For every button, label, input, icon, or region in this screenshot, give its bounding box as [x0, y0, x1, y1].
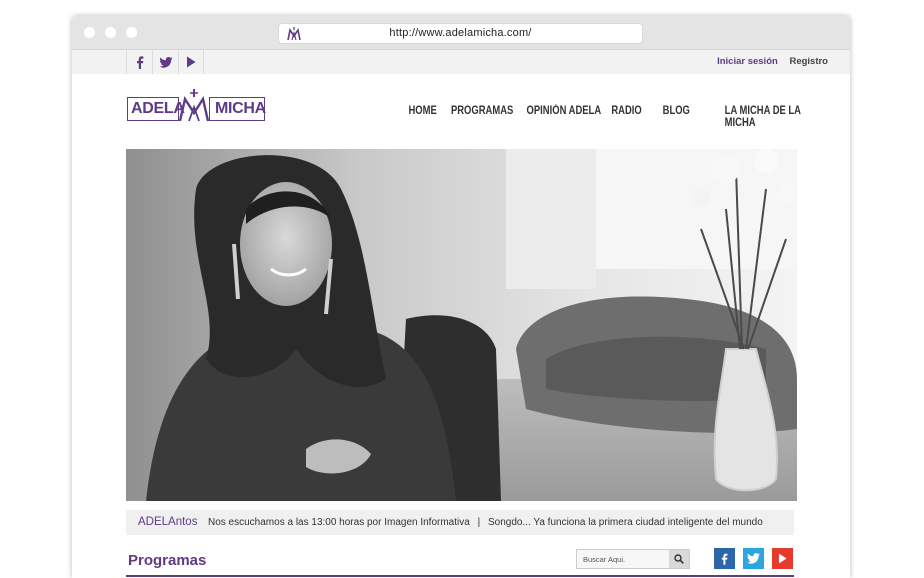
top-social-links — [126, 50, 204, 74]
window-maximize-dot[interactable] — [126, 27, 137, 38]
nav-radio[interactable]: RADIO — [611, 105, 654, 129]
nav-la-micha-de-la-micha[interactable]: LA MICHA DE LA MICHA — [725, 105, 828, 129]
section-title: Programas — [128, 552, 207, 569]
facebook-square-button[interactable] — [714, 548, 735, 569]
window-close-dot[interactable] — [84, 27, 95, 38]
youtube-square-button[interactable] — [772, 548, 793, 569]
twitter-square-button[interactable] — [743, 548, 764, 569]
main-navigation: HOME PROGRAMAS OPINIÓN ADELA RADIO BLOG … — [402, 105, 828, 129]
section-divider — [126, 575, 794, 577]
twitter-link[interactable] — [152, 50, 178, 74]
browser-chrome: http://www.adelamicha.com/ — [72, 16, 850, 50]
ticker-item[interactable]: Songdo... Ya funciona la primera ciudad … — [488, 517, 763, 528]
top-utility-bar: Iniciar sesión Registro — [72, 50, 850, 74]
hero-photo — [126, 149, 797, 501]
hero-image — [126, 149, 797, 501]
twitter-icon — [747, 553, 760, 564]
account-links: Iniciar sesión Registro — [708, 56, 828, 67]
facebook-icon — [721, 553, 728, 565]
logo-text-left: ADELA — [127, 97, 185, 121]
crown-logo-icon — [178, 89, 210, 122]
register-link[interactable]: Registro — [789, 56, 828, 67]
ticker-label: ADELAntos — [138, 516, 198, 528]
nav-home[interactable]: HOME — [408, 105, 438, 129]
ticker-separator: | — [477, 517, 481, 528]
search-box[interactable]: Buscar Aqui. — [576, 549, 690, 569]
nav-programas[interactable]: PROGRAMAS — [451, 105, 513, 129]
facebook-link[interactable] — [126, 50, 152, 74]
nav-opinion-adela[interactable]: OPINIÓN ADELA — [527, 105, 602, 129]
youtube-icon — [778, 553, 787, 564]
youtube-icon — [187, 56, 196, 68]
twitter-icon — [158, 56, 173, 68]
nav-blog[interactable]: BLOG — [663, 105, 702, 129]
search-icon — [674, 554, 684, 564]
site-header: ADELA MICHA HOME PROGRAMAS OPINIÓN ADELA… — [72, 74, 850, 149]
browser-window: http://www.adelamicha.com/ Iniciar sesió… — [72, 16, 850, 578]
facebook-icon — [136, 55, 143, 69]
ticker-items: Nos escuchamos a las 13:00 horas por Ima… — [208, 517, 763, 528]
address-bar[interactable]: http://www.adelamicha.com/ — [278, 23, 643, 44]
login-link[interactable]: Iniciar sesión — [717, 56, 778, 67]
window-minimize-dot[interactable] — [105, 27, 116, 38]
ticker-item[interactable]: Nos escuchamos a las 13:00 horas por Ima… — [208, 517, 470, 528]
youtube-link[interactable] — [178, 50, 204, 74]
logo-text-right: MICHA — [209, 97, 266, 121]
news-ticker: ADELAntos Nos escuchamos a las 13:00 hor… — [126, 510, 794, 535]
site-logo[interactable]: ADELA MICHA — [127, 87, 266, 127]
address-text: http://www.adelamicha.com/ — [389, 27, 532, 39]
search-input[interactable]: Buscar Aqui. — [583, 555, 625, 564]
search-button[interactable] — [669, 550, 689, 568]
